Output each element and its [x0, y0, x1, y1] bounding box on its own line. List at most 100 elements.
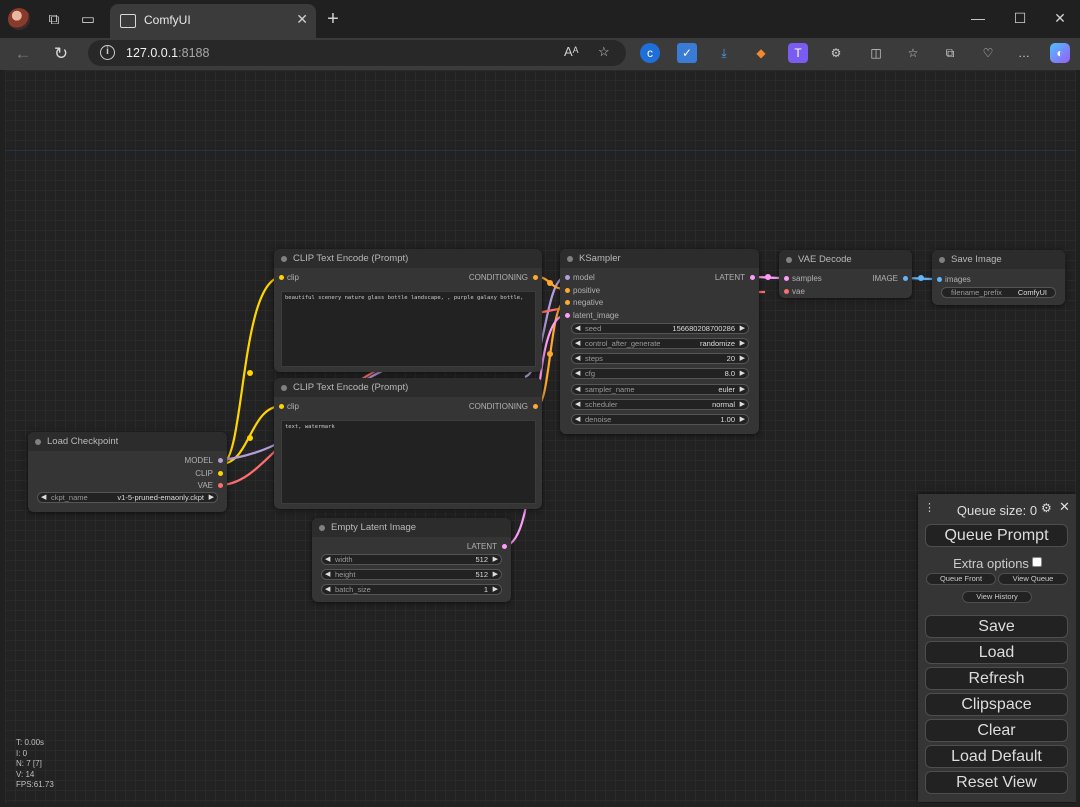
widget-scheduler[interactable]: ◀ scheduler normal ▶ [571, 399, 749, 410]
refresh-button[interactable]: Refresh [925, 667, 1068, 690]
new-tab-button[interactable]: + [320, 5, 346, 33]
widget-denoise[interactable]: ◀ denoise 1.00 ▶ [571, 414, 749, 425]
graph-canvas[interactable]: CLIP Text Encode (Prompt) clip CONDITION… [5, 70, 1076, 803]
workspaces-icon[interactable]: ⧉ [40, 6, 68, 34]
download-icon[interactable]: ⤓ [714, 43, 734, 63]
node-collapse-dot[interactable] [939, 257, 945, 263]
output-slot-model[interactable] [218, 458, 223, 463]
input-slot-negative[interactable] [565, 300, 570, 305]
decrement-arrow-icon[interactable]: ◀ [575, 369, 580, 378]
widget-control-after-generate[interactable]: ◀ control_after_generate randomize ▶ [571, 338, 749, 349]
output-slot-conditioning[interactable] [533, 275, 538, 280]
view-queue-button[interactable]: View Queue [998, 573, 1068, 585]
collections-icon[interactable]: ⧉ [940, 43, 960, 63]
close-window-button[interactable]: ✕ [1042, 5, 1078, 31]
close-menu-icon[interactable]: ✕ [1059, 499, 1070, 515]
extension-c-icon[interactable]: c [640, 43, 660, 63]
widget-batch-size[interactable]: ◀ batch_size 1 ▶ [321, 584, 502, 595]
node-load-checkpoint[interactable]: Load Checkpoint MODEL CLIP VAE ◀ ckpt_nam… [28, 432, 227, 512]
extension-k-icon[interactable]: ✓ [677, 43, 697, 63]
increment-arrow-icon[interactable]: ▶ [209, 493, 214, 502]
node-header[interactable]: VAE Decode [779, 250, 912, 269]
back-button[interactable]: ← [10, 41, 36, 67]
decrement-arrow-icon[interactable]: ◀ [325, 585, 330, 594]
increment-arrow-icon[interactable]: ▶ [740, 324, 745, 333]
node-header[interactable]: KSampler [560, 249, 759, 268]
tab-actions-icon[interactable]: ▭ [74, 6, 102, 34]
node-clip-text-encode-positive[interactable]: CLIP Text Encode (Prompt) clip CONDITION… [274, 249, 542, 372]
view-history-button[interactable]: View History [962, 591, 1032, 603]
favorite-star-icon[interactable]: ☆ [598, 44, 610, 60]
increment-arrow-icon[interactable]: ▶ [740, 385, 745, 394]
widget-cfg[interactable]: ◀ cfg 8.0 ▶ [571, 368, 749, 379]
node-header[interactable]: CLIP Text Encode (Prompt) [274, 378, 542, 397]
favorites-icon[interactable]: ☆ [903, 43, 923, 63]
widget-steps[interactable]: ◀ steps 20 ▶ [571, 353, 749, 364]
increment-arrow-icon[interactable]: ▶ [493, 570, 498, 579]
decrement-arrow-icon[interactable]: ◀ [575, 324, 580, 333]
extensions-icon[interactable]: ⚙ [826, 43, 846, 63]
widget-ckpt-name[interactable]: ◀ ckpt_name v1-5-pruned-emaonly.ckpt ▶ [37, 492, 218, 503]
node-vae-decode[interactable]: VAE Decode samples vae IMAGE [779, 250, 912, 298]
input-slot-samples[interactable] [784, 276, 789, 281]
widget-height[interactable]: ◀ height 512 ▶ [321, 569, 502, 580]
minimize-button[interactable]: — [960, 5, 996, 31]
prompt-textarea[interactable]: text, watermark [281, 420, 536, 504]
increment-arrow-icon[interactable]: ▶ [493, 585, 498, 594]
widget-sampler-name[interactable]: ◀ sampler_name euler ▶ [571, 384, 749, 395]
more-menu-icon[interactable]: … [1014, 43, 1034, 63]
refresh-button[interactable]: ↻ [48, 41, 74, 67]
read-aloud-icon[interactable]: Aᴬ [564, 44, 579, 59]
input-slot-clip[interactable] [279, 404, 284, 409]
output-slot-latent[interactable] [502, 544, 507, 549]
tab-close-icon[interactable]: ✕ [296, 11, 308, 28]
decrement-arrow-icon[interactable]: ◀ [325, 555, 330, 564]
load-default-button[interactable]: Load Default [925, 745, 1068, 768]
extension-fox-icon[interactable]: ◆ [751, 43, 771, 63]
node-clip-text-encode-negative[interactable]: CLIP Text Encode (Prompt) clip CONDITION… [274, 378, 542, 509]
input-slot-images[interactable] [937, 277, 942, 282]
clear-button[interactable]: Clear [925, 719, 1068, 742]
prompt-textarea[interactable]: beautiful scenery nature glass bottle la… [281, 291, 536, 367]
decrement-arrow-icon[interactable]: ◀ [575, 339, 580, 348]
node-header[interactable]: CLIP Text Encode (Prompt) [274, 249, 542, 268]
reset-view-button[interactable]: Reset View [925, 771, 1068, 794]
site-info-icon[interactable]: i [100, 45, 115, 60]
extension-t-icon[interactable]: T [788, 43, 808, 63]
node-collapse-dot[interactable] [281, 256, 287, 262]
decrement-arrow-icon[interactable]: ◀ [575, 354, 580, 363]
increment-arrow-icon[interactable]: ▶ [493, 555, 498, 564]
input-slot-latent-image[interactable] [565, 313, 570, 318]
maximize-button[interactable]: ☐ [1002, 5, 1038, 31]
output-slot-conditioning[interactable] [533, 404, 538, 409]
extra-options-checkbox[interactable] [1032, 557, 1042, 567]
address-bar[interactable]: i 127.0.0.1:8188 Aᴬ ☆ [88, 40, 626, 66]
queue-front-button[interactable]: Queue Front [926, 573, 996, 585]
output-slot-image[interactable] [903, 276, 908, 281]
browser-tab[interactable]: ComfyUI ✕ [110, 4, 316, 38]
node-collapse-dot[interactable] [35, 439, 41, 445]
decrement-arrow-icon[interactable]: ◀ [41, 493, 46, 502]
node-save-image[interactable]: Save Image images filename_prefix ComfyU… [932, 250, 1065, 305]
node-empty-latent-image[interactable]: Empty Latent Image LATENT ◀ width 512 ▶ ◀ he… [312, 518, 511, 602]
node-collapse-dot[interactable] [786, 257, 792, 263]
save-button[interactable]: Save [925, 615, 1068, 638]
copilot-icon[interactable]: ◐ [1050, 43, 1070, 63]
input-slot-clip[interactable] [279, 275, 284, 280]
increment-arrow-icon[interactable]: ▶ [740, 400, 745, 409]
input-slot-positive[interactable] [565, 288, 570, 293]
decrement-arrow-icon[interactable]: ◀ [575, 415, 580, 424]
input-slot-vae[interactable] [784, 289, 789, 294]
profile-avatar[interactable] [8, 8, 30, 30]
node-header[interactable]: Save Image [932, 250, 1065, 269]
clipspace-button[interactable]: Clipspace [925, 693, 1068, 716]
queue-prompt-button[interactable]: Queue Prompt [925, 524, 1068, 547]
node-header[interactable]: Empty Latent Image [312, 518, 511, 537]
output-slot-clip[interactable] [218, 471, 223, 476]
settings-gear-icon[interactable]: ⚙ [1041, 501, 1052, 515]
decrement-arrow-icon[interactable]: ◀ [575, 400, 580, 409]
decrement-arrow-icon[interactable]: ◀ [325, 570, 330, 579]
split-screen-icon[interactable]: ◫ [866, 43, 886, 63]
widget-filename-prefix[interactable]: filename_prefix ComfyUI [941, 287, 1056, 298]
node-header[interactable]: Load Checkpoint [28, 432, 227, 451]
